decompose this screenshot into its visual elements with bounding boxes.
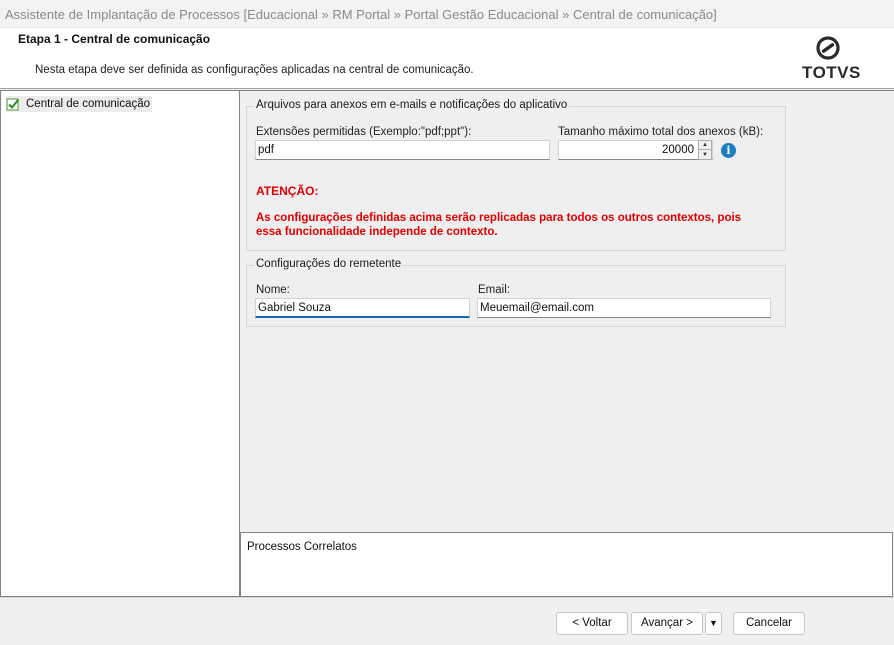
attachments-legend: Arquivos para anexos em e-mails e notifi… [254,99,570,111]
wizard-header: Etapa 1 - Central de comunicação Nesta e… [0,28,894,89]
attachments-group: Arquivos para anexos em e-mails e notifi… [246,99,786,251]
max-size-stepper[interactable]: ▲ ▼ [698,140,712,160]
max-size-label: Tamanho máximo total dos anexos (kB): [558,126,764,138]
step-content: Arquivos para anexos em e-mails e notifi… [240,90,894,532]
totvs-logo-icon [816,36,840,60]
related-processes-label: Processos Correlatos [247,541,357,553]
email-label: Email: [478,284,510,296]
warning-line-2: essa funcionalidade independe de context… [256,226,498,238]
steps-tree: Central de comunicação [0,90,240,597]
tree-item-label: Central de comunicação [26,98,151,110]
warning-line-1: As configurações definidas acima serão r… [256,212,742,224]
title-bar: Assistente de Implantação de Processos [… [0,0,894,28]
related-processes-panel: Processos Correlatos [240,532,893,597]
extensions-label: Extensões permitidas (Exemplo:"pdf;ppt")… [256,126,472,138]
checked-step-icon [6,98,20,111]
tree-item-central-comunicacao[interactable]: Central de comunicação [6,96,153,112]
next-button[interactable]: Avançar > [631,612,703,635]
window-title: Assistente de Implantação de Processos [… [5,7,717,22]
sender-group: Configurações do remetente Nome: Email: [246,258,786,327]
step-title: Etapa 1 - Central de comunicação [18,32,211,46]
spin-down-icon[interactable]: ▼ [699,150,711,159]
sender-legend: Configurações do remetente [254,258,404,270]
extensions-input[interactable] [255,140,550,160]
name-label: Nome: [256,284,290,296]
totvs-logo: TOTVS [802,36,861,84]
step-description: Nesta etapa deve ser definida as configu… [35,64,474,76]
name-input[interactable] [255,298,470,318]
max-size-input[interactable] [558,140,713,160]
back-button[interactable]: < Voltar [556,612,628,635]
cancel-button[interactable]: Cancelar [733,612,805,635]
info-icon[interactable]: i [721,143,736,158]
logo-text: TOTVS [802,63,861,82]
wizard-footer: < Voltar Avançar > ▼ Cancelar [0,597,894,645]
email-input[interactable] [477,298,771,318]
next-dropdown-button[interactable]: ▼ [705,612,722,635]
chevron-down-icon: ▼ [709,618,718,628]
warning-title: ATENÇÃO: [256,184,319,198]
spin-up-icon[interactable]: ▲ [699,141,711,150]
